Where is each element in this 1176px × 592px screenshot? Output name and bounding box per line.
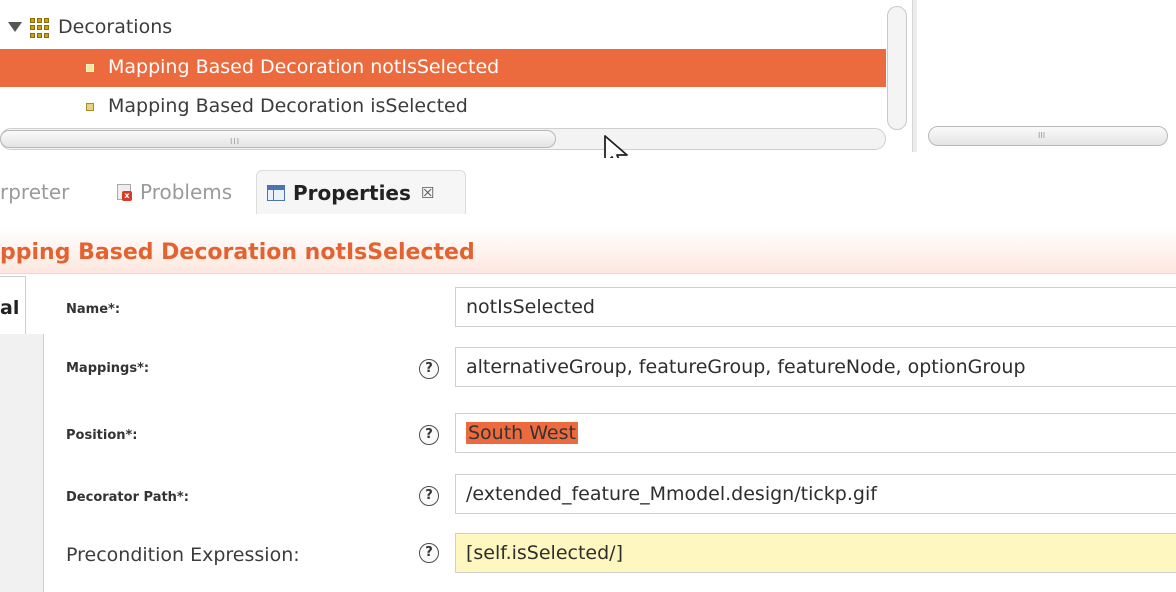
scroll-grip-icon: III [230, 137, 241, 146]
help-icon[interactable]: ? [419, 425, 439, 445]
tree-node-label: Decorations [58, 16, 173, 38]
tab-properties[interactable]: Properties ☒ [256, 170, 466, 214]
tab-problems[interactable]: x Problems [116, 170, 232, 214]
view-tab-bar: rpreter x Problems Properties ☒ [0, 158, 1176, 228]
tree-item-is-selected[interactable]: Mapping Based Decoration isSelected [0, 88, 886, 126]
tree-item-label: Mapping Based Decoration notIsSelected [108, 56, 500, 78]
help-icon[interactable]: ? [419, 543, 439, 563]
properties-icon [267, 184, 285, 201]
section-tab-label: al [0, 297, 20, 319]
tab-label: rpreter [0, 180, 70, 204]
name-label: Name*: [66, 302, 121, 317]
position-label: Position*: [66, 428, 138, 443]
name-field[interactable]: notIsSelected [455, 287, 1176, 327]
tree-node-decorations[interactable]: Decorations [0, 9, 886, 47]
position-value: South West [466, 422, 578, 444]
position-field[interactable]: South West [455, 413, 1176, 453]
decoration-item-icon [86, 103, 94, 111]
expand-arrow-icon[interactable] [8, 22, 22, 32]
help-icon[interactable]: ? [419, 359, 439, 379]
tab-label: Properties [293, 180, 411, 205]
tree-item-not-is-selected[interactable]: Mapping Based Decoration notIsSelected [0, 49, 886, 87]
tab-interpreter[interactable]: rpreter [0, 170, 69, 214]
scroll-grip-icon: III [1038, 131, 1046, 140]
decorator-path-field[interactable]: /extended_feature_Mmodel.design/tickp.gi… [455, 474, 1176, 514]
tree-vertical-scrollbar[interactable] [887, 6, 907, 130]
tab-label: Problems [140, 180, 233, 204]
decorator-path-label: Decorator Path*: [66, 490, 189, 505]
close-tab-icon[interactable]: ☒ [421, 184, 434, 202]
decoration-item-icon [86, 64, 94, 72]
outline-tree: Decorations Mapping Based Decoration not… [0, 0, 908, 154]
precondition-label: Precondition Expression: [66, 544, 300, 566]
mappings-label: Mappings*: [66, 361, 150, 376]
tree-scroll-thumb[interactable] [0, 130, 556, 148]
help-icon[interactable]: ? [419, 486, 439, 506]
precondition-expression-field[interactable]: [self.isSelected/] [455, 533, 1176, 573]
tree-item-label: Mapping Based Decoration isSelected [108, 95, 468, 117]
section-tab-list [0, 334, 44, 592]
properties-title: pping Based Decoration notIsSelected [0, 240, 475, 265]
right-horizontal-scrollbar[interactable] [928, 126, 1168, 146]
sash-divider[interactable] [912, 0, 917, 152]
decorations-group-icon [30, 18, 50, 38]
mappings-field[interactable]: alternativeGroup, featureGroup, featureN… [455, 347, 1176, 387]
problems-icon: x [116, 183, 134, 201]
